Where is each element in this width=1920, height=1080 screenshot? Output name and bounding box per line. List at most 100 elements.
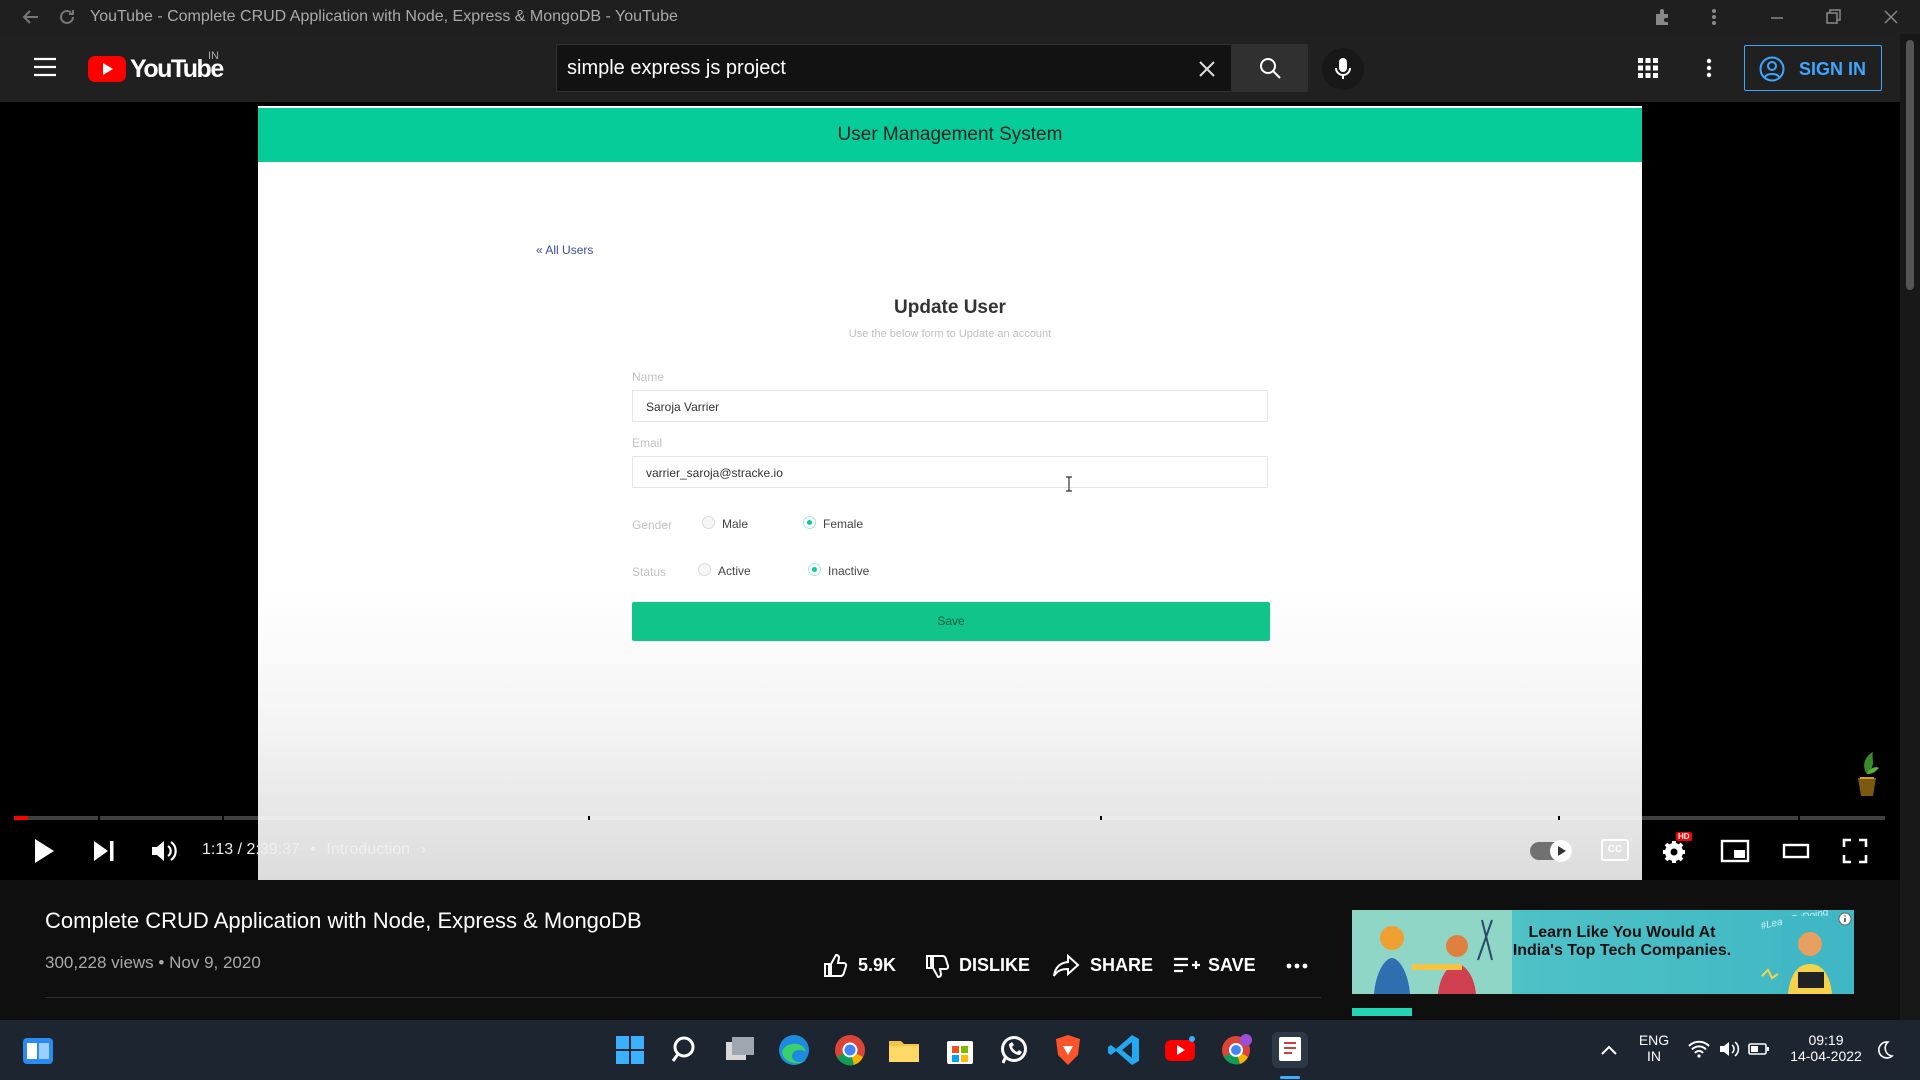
dislike-label: DISLIKE (959, 955, 1031, 975)
chrome-profile-icon[interactable] (1218, 1032, 1254, 1068)
chapter-marker (1558, 816, 1560, 820)
chapter-marker (1100, 816, 1102, 820)
save-to-playlist-button[interactable]: SAVE (1172, 952, 1256, 980)
ad-info-icon[interactable] (1838, 912, 1852, 926)
email-field: varrier_saroja@stracke.io (632, 456, 1268, 488)
status-inactive-radio (808, 563, 821, 576)
search-box (556, 44, 1232, 92)
status-label: Status (632, 565, 667, 579)
settings-kebab-icon[interactable] (1698, 57, 1720, 79)
all-users-label: All Users (545, 243, 594, 257)
wifi-icon[interactable] (1688, 1040, 1710, 1058)
play-icon[interactable] (32, 838, 56, 864)
search-icon (1260, 58, 1281, 79)
ad-headline: Learn Like You Would At India's Top Tech… (1512, 924, 1732, 959)
like-button[interactable]: 5.9K (822, 952, 902, 980)
share-arrow-icon (1053, 953, 1080, 977)
like-count: 5.9K (858, 955, 897, 975)
reload-icon[interactable] (56, 6, 78, 28)
focus-assist-moon-icon[interactable] (1876, 1040, 1894, 1060)
ad-people-illustration (1352, 910, 1512, 994)
ad-banner[interactable]: Learn Like You Would At India's Top Tech… (1352, 910, 1854, 994)
language-indicator[interactable]: ENG IN (1636, 1032, 1672, 1064)
edge-browser-icon[interactable] (776, 1032, 812, 1068)
region-code: IN (208, 50, 219, 62)
windows-start-icon[interactable] (612, 1032, 648, 1068)
thumbs-up-icon (824, 953, 848, 977)
captions-button[interactable]: CC (1601, 839, 1629, 861)
task-view-icon[interactable] (722, 1032, 758, 1068)
double-chevron-left-icon: « (536, 243, 543, 257)
account-circle-icon (1759, 56, 1785, 82)
chapter-marker (98, 816, 100, 820)
battery-icon[interactable] (1748, 1041, 1770, 1057)
extensions-puzzle-icon[interactable] (1651, 6, 1673, 28)
video-frame: User Management System « All Users Updat… (258, 106, 1642, 880)
fullscreen-icon[interactable] (1842, 838, 1868, 864)
youtube-logo[interactable]: YouTube IN (88, 50, 238, 84)
status-active-radio (698, 563, 711, 576)
clock-date: 14-04-2022 (1790, 1048, 1862, 1064)
vscode-icon[interactable] (1106, 1032, 1142, 1068)
clock-time: 09:19 (1808, 1032, 1844, 1048)
thumbs-down-icon (926, 955, 950, 979)
snipping-tool-icon[interactable] (1272, 1032, 1308, 1068)
chapter-title[interactable]: Introduction (326, 841, 410, 858)
voice-search-button[interactable] (1322, 48, 1364, 90)
restore-icon[interactable] (1822, 6, 1844, 28)
kebab-menu-icon[interactable] (1703, 6, 1725, 28)
brave-browser-icon[interactable] (1050, 1032, 1086, 1068)
close-icon[interactable] (1880, 6, 1902, 28)
chapter-marker (1798, 816, 1800, 820)
microphone-icon (1335, 58, 1351, 79)
clear-search-icon[interactable] (1197, 59, 1217, 79)
video-player[interactable]: User Management System « All Users Updat… (0, 102, 1900, 880)
hamburger-menu-icon[interactable] (32, 56, 58, 78)
status-inactive-label: Inactive (828, 564, 870, 578)
minimize-icon[interactable] (1766, 6, 1788, 28)
miniplayer-icon[interactable] (1720, 839, 1750, 863)
chapter-chevron-icon: › (420, 841, 426, 858)
ad-progress-indicator (1352, 1008, 1412, 1016)
theater-mode-icon[interactable] (1782, 842, 1810, 860)
name-label: Name (632, 370, 665, 384)
settings-button[interactable]: HD (1660, 832, 1692, 866)
chrome-icon[interactable] (832, 1032, 868, 1068)
microsoft-store-icon[interactable] (942, 1032, 978, 1068)
widgets-icon[interactable] (22, 1037, 54, 1065)
search-taskbar-icon[interactable] (668, 1032, 704, 1068)
share-button[interactable]: SHARE (1052, 952, 1153, 980)
hd-badge: HD (1676, 832, 1692, 841)
playlist-add-icon (1174, 957, 1200, 973)
video-title: Complete CRUD Application with Node, Exp… (45, 908, 642, 933)
form-save-button: Save (632, 602, 1270, 641)
tray-overflow-chevron-icon[interactable] (1600, 1044, 1618, 1056)
search-input[interactable] (557, 45, 1157, 91)
youtube-app-icon[interactable] (1162, 1032, 1198, 1068)
scrollbar-thumb[interactable] (1906, 40, 1914, 290)
youtube-header: YouTube IN SIGN IN (0, 34, 1920, 102)
file-explorer-icon[interactable] (886, 1032, 922, 1068)
sign-in-button[interactable]: SIGN IN (1744, 45, 1882, 91)
volume-icon[interactable] (150, 839, 178, 863)
gender-female-radio (803, 516, 816, 529)
time-current: 1:13 (202, 841, 234, 858)
dislike-button[interactable]: DISLIKE (924, 952, 1031, 980)
search-button[interactable] (1232, 44, 1308, 92)
chapter-marker (588, 816, 590, 820)
whatsapp-icon[interactable] (996, 1032, 1032, 1068)
progress-played (14, 816, 28, 820)
more-actions-icon[interactable] (1286, 963, 1308, 969)
speaker-icon[interactable] (1718, 1040, 1740, 1058)
next-video-icon[interactable] (92, 840, 116, 862)
apps-grid-icon[interactable] (1637, 57, 1659, 79)
autoplay-toggle[interactable] (1530, 840, 1572, 862)
back-arrow-icon[interactable] (20, 6, 42, 28)
channel-watermark-icon[interactable] (1852, 744, 1882, 800)
browser-title-bar: YouTube - Complete CRUD Application with… (0, 0, 1920, 34)
progress-bar[interactable] (14, 816, 1885, 820)
autoplay-play-icon (1558, 846, 1566, 856)
email-label: Email (632, 436, 663, 450)
clock[interactable]: 09:19 14-04-2022 (1786, 1032, 1866, 1064)
page-scrollbar[interactable] (1900, 34, 1920, 1020)
